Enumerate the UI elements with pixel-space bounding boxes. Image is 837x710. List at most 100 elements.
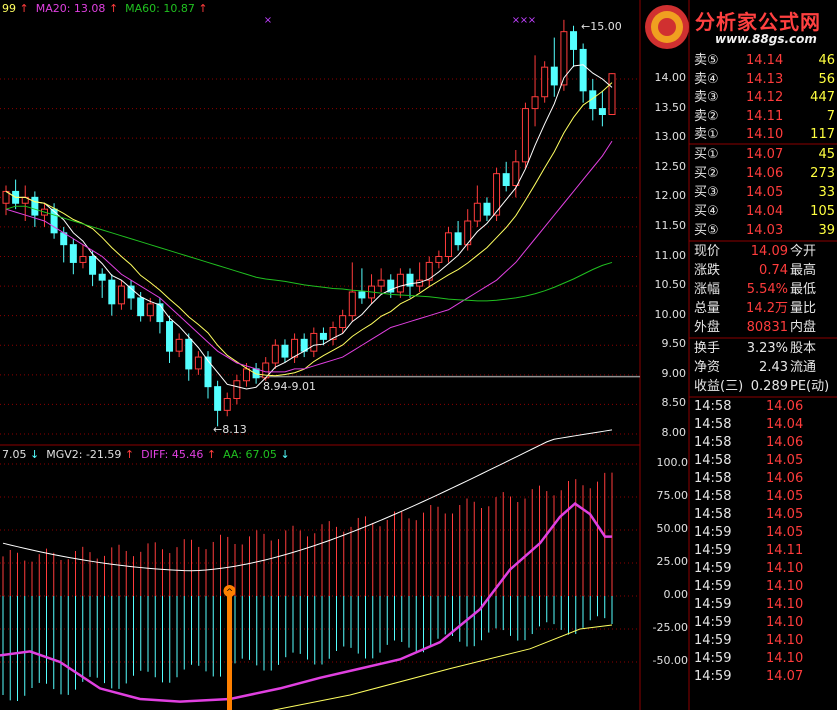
candle-body [214, 386, 222, 411]
tick-time: 14:58 [694, 417, 732, 432]
candle-body [252, 368, 260, 379]
candle-body [377, 279, 385, 287]
order-volume: 7 [826, 108, 835, 124]
indicator-legend: 7.05 ↓ MGV2: -21.59 ↑ DIFF: 45.46 ↑ AA: … [2, 448, 290, 461]
tick-row: 14:59 14.10 [692, 614, 837, 632]
buy-order-row: 买⑤ 14.03 39 [692, 222, 837, 240]
tick-price: 14.10 [766, 651, 804, 666]
candle-body [98, 273, 106, 281]
tick-row: 14:58 14.05 [692, 506, 837, 524]
left-arrow-icon: ← [213, 423, 223, 436]
price-axis-label: 13.00 [654, 130, 687, 144]
candle-body [117, 285, 125, 305]
tick-time: 14:58 [694, 435, 732, 450]
tick-row: 14:59 14.10 [692, 650, 837, 668]
candle-body [291, 338, 299, 358]
tick-price: 14.10 [766, 633, 804, 648]
candle-body [242, 368, 250, 382]
osc-axis-label: 100.0 [656, 456, 689, 469]
candle-body [512, 161, 520, 186]
tick-price: 14.10 [766, 561, 804, 576]
candle-body [89, 256, 97, 275]
price-axis-label: 13.50 [654, 100, 687, 114]
tick-price: 14.05 [766, 489, 804, 504]
tick-price: 14.04 [766, 417, 804, 432]
order-label: 卖③ [694, 90, 719, 105]
tick-price: 14.05 [766, 525, 804, 540]
ma60-value: MA60: 10.87 [125, 2, 195, 15]
candle-body [579, 48, 587, 92]
order-label: 买④ [694, 204, 719, 219]
candle-body [69, 244, 77, 263]
tick-row: 14:59 14.10 [692, 596, 837, 614]
tick-row: 14:59 14.05 [692, 524, 837, 542]
tick-price: 14.06 [766, 399, 804, 414]
tick-price: 14.06 [766, 471, 804, 486]
ma10-line [5, 82, 613, 377]
order-volume: 45 [818, 147, 835, 162]
quote-row: 总量 14.2万 量比 [692, 300, 837, 318]
price-axis-label: 14.00 [654, 71, 687, 84]
tick-price: 14.07 [766, 669, 804, 684]
candle-body [339, 315, 347, 328]
price-axis-label: 10.00 [654, 307, 687, 321]
quote-row: 涨跌 0.74 最高 [692, 262, 837, 280]
tick-time: 14:59 [694, 615, 732, 630]
tick-row: 14:59 14.10 [692, 578, 837, 596]
tick-price: 14.11 [766, 543, 804, 558]
candle-body [166, 321, 174, 352]
quote-value: 5.54% [746, 282, 788, 297]
candle-body [194, 356, 202, 370]
stat-row: 收益(三) 0.289 PE(动) [692, 378, 837, 396]
tick-price: 14.05 [766, 453, 804, 468]
arrow-up-icon: ↑ [198, 2, 208, 15]
order-price: 14.12 [746, 90, 784, 105]
tick-row: 14:58 14.06 [692, 434, 837, 452]
price-axis-label: 8.00 [661, 426, 687, 439]
candle-body [435, 256, 443, 263]
candle-body [531, 96, 539, 110]
order-volume: 117 [810, 127, 835, 142]
range-annotation: 8.94-9.01 [263, 380, 316, 393]
tick-row: 14:58 14.05 [692, 488, 837, 506]
order-price: 14.14 [746, 53, 784, 68]
indicator-first-value: 7.05 [2, 448, 27, 461]
osc-axis-label: 25.00 [656, 555, 689, 568]
arrow-up-icon: ↑ [19, 2, 29, 15]
candle-body [570, 31, 578, 50]
price-axis-label: 12.50 [654, 159, 687, 173]
diff-value: DIFF: 45.46 [141, 448, 204, 461]
stat-label: 流通 [790, 360, 817, 375]
order-volume: 105 [810, 204, 835, 219]
tick-price: 14.05 [766, 507, 804, 522]
quote-label: 涨幅 [694, 282, 721, 297]
order-volume: 273 [810, 166, 835, 181]
candle-body [358, 291, 366, 299]
tick-time: 14:59 [694, 651, 732, 666]
osc-axis-label: -50.00 [652, 654, 688, 667]
ma-first-value: 99 [2, 2, 16, 15]
buy-order-row: 买① 14.07 45 [692, 146, 837, 164]
candle-body [31, 196, 39, 216]
tick-time: 14:58 [694, 399, 732, 414]
quote-label: 最高 [790, 263, 817, 278]
quote-value: 80831 [746, 320, 788, 335]
candle-body [502, 173, 510, 187]
quote-value: 14.09 [750, 244, 788, 259]
tick-time: 14:59 [694, 633, 732, 648]
order-price: 14.04 [746, 204, 784, 219]
buy-order-row: 买④ 14.04 105 [692, 203, 837, 221]
stat-row: 净资 2.43 流通 [692, 359, 837, 377]
quote-label: 量比 [790, 301, 817, 316]
order-label: 买① [694, 147, 719, 162]
chevron-up-icon: ^ [226, 588, 234, 598]
candle-body [108, 279, 116, 305]
tick-row: 14:58 14.05 [692, 452, 837, 470]
tick-price: 14.10 [766, 615, 804, 630]
tick-row: 14:59 14.10 [692, 632, 837, 650]
candle-body [541, 66, 549, 98]
candle-body [454, 232, 462, 246]
tick-time: 14:59 [694, 669, 732, 684]
stat-value: 2.43 [759, 360, 788, 375]
signal-bar [227, 593, 232, 710]
